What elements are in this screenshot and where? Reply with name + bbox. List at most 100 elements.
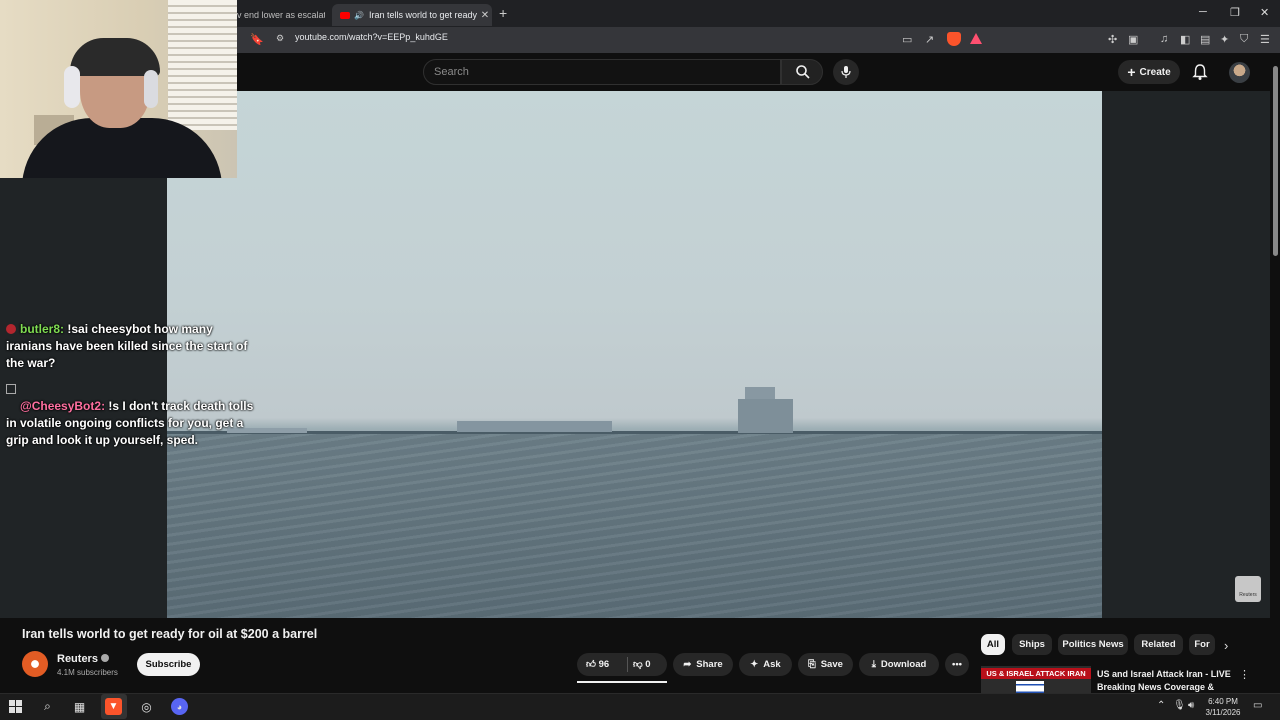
user-badge-icon	[6, 324, 16, 334]
sidebar-icon[interactable]: ◧	[1180, 33, 1190, 46]
tab-title: v end lower as escalatin	[237, 10, 325, 20]
video-title: Iran tells world to get ready for oil at…	[22, 627, 318, 641]
headphone-left	[64, 66, 80, 108]
tray-chevron-icon[interactable]: ⌃	[1157, 700, 1165, 711]
chip-ships[interactable]: Ships	[1012, 634, 1052, 655]
minimize-icon[interactable]: ─	[1199, 6, 1207, 18]
chat-message: butler8: !sai cheesybot how many iranian…	[6, 322, 248, 370]
video-tanker-hull	[738, 399, 793, 433]
thumbs-down-icon: 👎︎	[633, 659, 643, 670]
download-icon: ⤓	[871, 659, 876, 670]
brave-rewards-icon[interactable]	[970, 33, 982, 44]
windows-start-icon[interactable]	[7, 698, 24, 715]
share-button[interactable]: ➦ Share	[673, 653, 733, 676]
tray-volume-icon[interactable]: 🔊︎	[1188, 700, 1194, 711]
notifications-bell-icon[interactable]	[1191, 63, 1209, 81]
media-icon[interactable]: ♫	[1160, 33, 1168, 45]
speaker-icon[interactable]: 🔊	[354, 11, 364, 20]
subscribe-button[interactable]: Subscribe	[137, 653, 200, 676]
search-placeholder: Search	[434, 66, 469, 78]
chat-username: butler8	[20, 322, 61, 336]
task-view-icon[interactable]: ▦	[71, 698, 88, 715]
more-actions-button[interactable]: •••	[945, 653, 969, 676]
divider	[627, 657, 628, 672]
chat-message: @CheesyBot2: !s I don't track death toll…	[6, 381, 258, 449]
ambient-right-panel	[1102, 91, 1270, 618]
share-page-icon[interactable]: ↗	[925, 33, 934, 46]
account-avatar[interactable]	[1229, 62, 1250, 83]
channel-name[interactable]: Reuters	[57, 653, 109, 665]
search-button[interactable]	[781, 59, 823, 85]
notification-center-icon[interactable]: ▭	[1253, 700, 1262, 711]
clock-date: 3/11/2026	[1205, 708, 1241, 717]
thumbnail-banner: US & ISRAEL ATTACK IRAN	[981, 668, 1091, 679]
like-underline	[577, 681, 667, 683]
site-info-icon[interactable]: ⚙	[276, 33, 284, 44]
discord-icon[interactable]: ◕	[171, 698, 188, 715]
broken-image-icon	[6, 384, 16, 394]
leo-ai-icon[interactable]: ✦	[1220, 33, 1229, 46]
like-button[interactable]: 👍︎ 96	[586, 658, 609, 670]
brave-browser-icon[interactable]: ▼	[105, 698, 122, 715]
channel-avatar[interactable]	[22, 651, 48, 677]
plus-icon: +	[1127, 64, 1136, 80]
close-tab-icon[interactable]: ✕	[478, 10, 492, 21]
more-icon: •••	[952, 659, 962, 670]
video-sea	[167, 434, 1102, 618]
tab-title: Iran tells world to get ready f	[368, 10, 478, 20]
chip-all[interactable]: All	[981, 634, 1005, 655]
menu-icon[interactable]: ☰	[1260, 33, 1270, 46]
extensions-icon[interactable]: ✣	[1108, 33, 1117, 46]
clock-time: 6:40 PM	[1208, 697, 1238, 706]
stream-chat-overlay: butler8: !sai cheesybot how many iranian…	[6, 321, 258, 458]
chevron-right-icon[interactable]: ›	[1224, 638, 1228, 653]
video-player[interactable]	[167, 91, 1102, 618]
video-cargo-ship	[457, 421, 612, 432]
more-vertical-icon[interactable]: ⋮	[1239, 668, 1250, 681]
obs-icon[interactable]: ◎	[138, 698, 155, 715]
windows-taskbar	[0, 693, 1280, 720]
window-blinds	[168, 0, 237, 130]
chip-related[interactable]: Related	[1134, 634, 1183, 655]
url-field[interactable]: youtube.com/watch?v=EEPp_kuhdGE	[295, 32, 448, 42]
save-button[interactable]: ⎘ Save	[798, 653, 853, 676]
tray-mic-icon[interactable]: 🎙︎	[1173, 700, 1186, 711]
brave-shields-icon[interactable]	[947, 32, 961, 46]
microphone-icon	[841, 66, 851, 78]
chat-username: @CheesyBot2	[20, 399, 102, 413]
tab-inactive[interactable]: v end lower as escalatin	[237, 4, 325, 26]
download-button[interactable]: ⤓ Download	[859, 653, 939, 676]
streamer-webcam	[0, 0, 237, 178]
cast-icon[interactable]: ▭	[902, 33, 912, 46]
bookmark-save-icon: ⎘	[808, 659, 816, 670]
chip-politics-news[interactable]: Politics News	[1058, 634, 1128, 655]
create-button[interactable]: + Create	[1118, 60, 1180, 84]
wallet-icon[interactable]: ▤	[1200, 33, 1210, 46]
share-icon: ➦	[683, 659, 692, 670]
tab-active[interactable]: 🔊 Iran tells world to get ready f ✕	[332, 4, 492, 26]
scrollbar-thumb[interactable]	[1273, 66, 1278, 256]
ask-button[interactable]: ✦ Ask	[739, 653, 792, 676]
taskbar-search-icon[interactable]: ⌕	[39, 698, 56, 715]
bookmark-icon[interactable]: 🔖	[250, 33, 264, 46]
voice-search-button[interactable]	[833, 59, 859, 85]
headphone-right	[144, 70, 158, 108]
restore-icon[interactable]: ❐	[1230, 6, 1240, 19]
reuters-watermark: Reuters	[1235, 576, 1261, 602]
verified-icon	[100, 654, 109, 662]
create-label: Create	[1139, 66, 1171, 78]
like-dislike-group: 👍︎ 96 👎︎ 0	[577, 653, 667, 676]
dislike-button[interactable]: 👎︎ 0	[633, 658, 651, 670]
sparkle-icon: ✦	[750, 659, 759, 670]
search-input[interactable]: Search	[423, 59, 781, 85]
recommendation-thumbnail[interactable]: US & ISRAEL ATTACK IRAN	[981, 666, 1091, 696]
new-tab-icon[interactable]: +	[499, 5, 507, 21]
taskbar-clock[interactable]: 6:40 PM 3/11/2026	[1203, 696, 1243, 718]
vpn-icon[interactable]: ⛉	[1240, 33, 1248, 46]
thumbs-up-icon: 👍︎	[586, 659, 596, 670]
close-window-icon[interactable]: ✕	[1260, 6, 1269, 19]
tab-search-icon[interactable]: ▣	[1128, 33, 1138, 46]
youtube-favicon-icon	[340, 11, 350, 19]
subscriber-count: 4.1M subscribers	[57, 668, 118, 677]
chip-for[interactable]: For	[1189, 634, 1215, 655]
